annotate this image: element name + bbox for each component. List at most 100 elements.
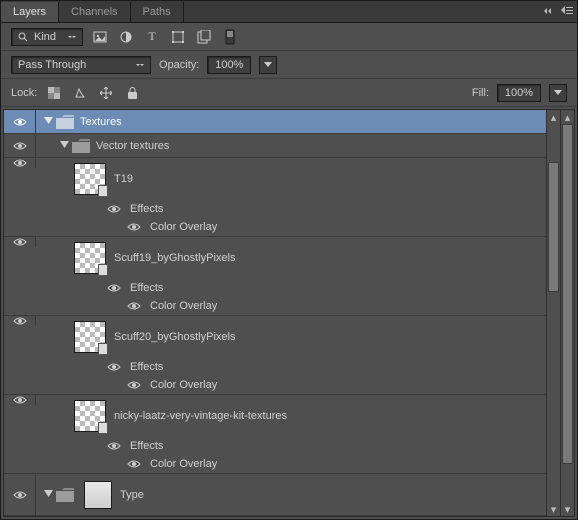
eye-icon: [13, 237, 27, 247]
lock-pixels-icon[interactable]: [71, 84, 89, 102]
fill-value: 100%: [505, 87, 533, 99]
visibility-toggle[interactable]: [124, 301, 144, 311]
smart-object-icon: [98, 185, 108, 197]
effects-label: Effects: [130, 203, 163, 215]
filter-adjust-icon[interactable]: [117, 28, 135, 46]
group-label: Type: [120, 489, 144, 501]
group-type[interactable]: Type: [4, 474, 560, 516]
visibility-toggle[interactable]: [4, 316, 36, 326]
visibility-toggle[interactable]: [4, 134, 36, 157]
filter-type-icon[interactable]: T: [143, 28, 161, 46]
chevron-down-icon: [554, 90, 562, 95]
layer-thumbnail: [74, 400, 106, 432]
scroll-down-icon[interactable]: ▾: [561, 502, 574, 516]
visibility-toggle[interactable]: [104, 362, 124, 372]
lock-position-icon[interactable]: [97, 84, 115, 102]
smart-object-icon: [98, 422, 108, 434]
visibility-toggle[interactable]: [104, 283, 124, 293]
disclosure-triangle[interactable]: [42, 116, 54, 128]
layer-name: Scuff20_byGhostlyPixels: [114, 331, 235, 343]
fill-dropdown[interactable]: [549, 84, 567, 102]
effect-label: Color Overlay: [150, 300, 217, 312]
chevron-down-icon: [136, 62, 144, 68]
collapse-icon[interactable]: [541, 3, 557, 19]
eye-icon: [127, 301, 141, 311]
filter-shape-icon[interactable]: [169, 28, 187, 46]
eye-icon: [107, 204, 121, 214]
eye-icon: [13, 141, 27, 151]
folder-icon: [56, 115, 74, 129]
effect-label: Color Overlay: [150, 221, 217, 233]
layers-panel: Textures Vector textures T19fxEffectsCol…: [3, 109, 575, 517]
color-overlay-row[interactable]: Color Overlay: [36, 455, 560, 473]
search-icon: [18, 32, 28, 42]
effects-label: Effects: [130, 440, 163, 452]
visibility-toggle[interactable]: [124, 380, 144, 390]
visibility-toggle[interactable]: [104, 441, 124, 451]
opacity-dropdown[interactable]: [259, 56, 277, 74]
scroll-thumb[interactable]: [548, 162, 559, 292]
lock-transparency-icon[interactable]: [45, 84, 63, 102]
blend-row: Pass Through Opacity: 100%: [1, 51, 577, 79]
disclosure-triangle[interactable]: [42, 489, 54, 501]
folder-icon: [56, 488, 74, 502]
color-overlay-row[interactable]: Color Overlay: [36, 297, 560, 315]
tab-layers[interactable]: Layers: [1, 2, 59, 22]
layer-row[interactable]: Scuff20_byGhostlyPixelsfxEffectsColor Ov…: [4, 316, 560, 395]
visibility-toggle[interactable]: [124, 222, 144, 232]
fill-input[interactable]: 100%: [497, 84, 541, 102]
visibility-toggle[interactable]: [124, 459, 144, 469]
scrollbar-inner[interactable]: ▴ ▾: [546, 110, 560, 516]
folder-icon: [72, 139, 90, 153]
lock-label: Lock:: [11, 87, 37, 99]
scroll-up-icon[interactable]: ▴: [561, 110, 574, 124]
filter-pixel-icon[interactable]: [91, 28, 109, 46]
color-overlay-row[interactable]: Color Overlay: [36, 376, 560, 394]
tab-channels[interactable]: Channels: [59, 2, 130, 22]
visibility-toggle[interactable]: [4, 474, 36, 515]
panel-menu-icon[interactable]: [559, 3, 575, 19]
panel-tabs: Layers Channels Paths: [1, 1, 577, 23]
eye-icon: [127, 459, 141, 469]
filter-toggle-icon[interactable]: [221, 28, 239, 46]
visibility-toggle[interactable]: [104, 204, 124, 214]
effects-row[interactable]: Effects: [36, 200, 560, 218]
scroll-up-icon[interactable]: ▴: [547, 110, 560, 124]
effects-label: Effects: [130, 282, 163, 294]
layer-row[interactable]: nicky-laatz-very-vintage-kit-texturesfxE…: [4, 395, 560, 474]
opacity-input[interactable]: 100%: [207, 56, 251, 74]
lock-row: Lock: Fill: 100%: [1, 79, 577, 107]
group-vector-textures[interactable]: Vector textures: [4, 134, 560, 158]
disclosure-triangle[interactable]: [58, 140, 70, 152]
eye-icon: [13, 158, 27, 168]
eye-icon: [13, 316, 27, 326]
scrollbar-outer[interactable]: ▴ ▾: [560, 110, 574, 516]
tab-paths[interactable]: Paths: [131, 2, 184, 22]
lock-all-icon[interactable]: [123, 84, 141, 102]
visibility-toggle[interactable]: [4, 395, 36, 405]
eye-icon: [13, 395, 27, 405]
layer-row[interactable]: Scuff19_byGhostlyPixelsfxEffectsColor Ov…: [4, 237, 560, 316]
smart-object-icon: [98, 264, 108, 276]
effects-row[interactable]: Effects: [36, 279, 560, 297]
layer-name: T19: [114, 173, 133, 185]
group-label: Vector textures: [96, 140, 169, 152]
layer-row[interactable]: T19fxEffectsColor Overlay: [4, 158, 560, 237]
effects-row[interactable]: Effects: [36, 358, 560, 376]
color-overlay-row[interactable]: Color Overlay: [36, 218, 560, 236]
scroll-down-icon[interactable]: ▾: [547, 502, 560, 516]
group-textures[interactable]: Textures: [4, 110, 560, 134]
visibility-toggle[interactable]: [4, 158, 36, 168]
blend-mode-select[interactable]: Pass Through: [11, 56, 151, 74]
scroll-thumb[interactable]: [562, 124, 573, 464]
eye-icon: [107, 283, 121, 293]
filter-kind-label: Kind: [34, 31, 56, 43]
filter-row: Kind T: [1, 23, 577, 51]
filter-kind-select[interactable]: Kind: [11, 28, 83, 46]
effects-label: Effects: [130, 361, 163, 373]
eye-icon: [13, 490, 27, 500]
filter-smart-icon[interactable]: [195, 28, 213, 46]
effects-row[interactable]: Effects: [36, 437, 560, 455]
visibility-toggle[interactable]: [4, 237, 36, 247]
visibility-toggle[interactable]: [4, 110, 36, 133]
